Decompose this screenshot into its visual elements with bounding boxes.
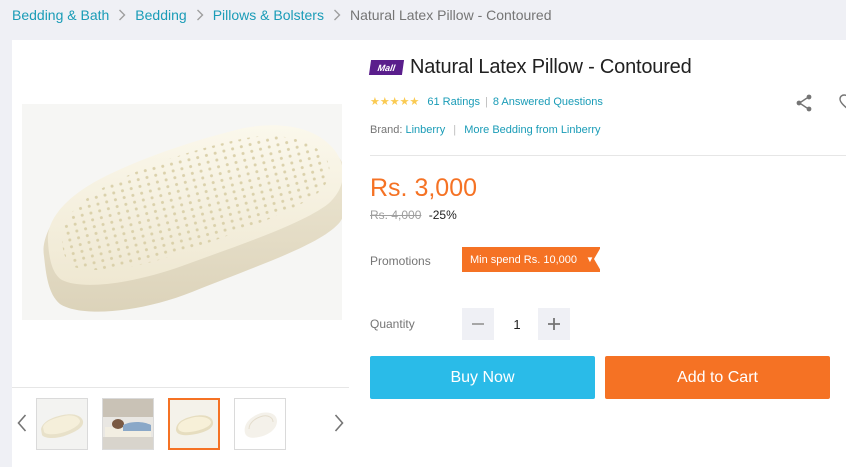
buy-now-button[interactable]: Buy Now [370,356,595,399]
quantity-increase-button[interactable] [538,308,570,340]
breadcrumb-item-bedding[interactable]: Bedding [135,7,186,23]
divider [370,155,846,156]
thumbnail-pillow-front[interactable] [168,398,220,450]
brand-label: Brand: [370,124,403,136]
share-icon[interactable] [793,92,815,114]
star-icon: ★ [399,95,410,108]
promotion-text: Min spend Rs. 10,000 [470,253,578,266]
chevron-left-icon[interactable] [12,409,32,437]
product-title: Natural Latex Pillow - Contoured [410,56,692,78]
quantity-decrease-button[interactable] [462,308,494,340]
rating-stars[interactable]: ★ ★ ★ ★ ★ [370,95,420,108]
ratings-link[interactable]: 61 Ratings [427,96,480,108]
star-icon: ★ [379,95,390,108]
rating-row: ★ ★ ★ ★ ★ 61 Ratings | 8 Answered Questi… [370,96,603,108]
current-price: Rs. 3,000 [370,174,478,202]
chevron-right-icon [118,9,126,21]
main-product-image[interactable] [22,104,342,320]
old-price-row: Rs. 4,000 -25% [370,208,457,222]
answered-questions-link[interactable]: 8 Answered Questions [493,96,603,108]
plus-icon [548,318,560,330]
promotions-label: Promotions [370,254,431,268]
heart-icon[interactable] [838,92,846,114]
brand-row: Brand: Linberry | More Bedding from Linb… [370,124,601,136]
star-half-icon: ★ [409,95,420,108]
breadcrumb-current: Natural Latex Pillow - Contoured [349,7,552,23]
title-row: Mall Natural Latex Pillow - Contoured [368,56,692,79]
original-price: Rs. 4,000 [370,208,422,222]
separator: | [453,124,457,136]
star-icon: ★ [389,95,400,108]
quantity-label: Quantity [370,317,415,331]
breadcrumb: Bedding & Bath Bedding Pillows & Bolster… [12,6,552,24]
thumbnail-person-on-pillow[interactable] [102,398,154,450]
brand-link[interactable]: Linberry [405,124,445,136]
mall-badge: Mall [368,60,405,75]
thumbnail-pillow-angle[interactable] [36,398,88,450]
tag-notch [594,247,601,271]
product-info: Mall Natural Latex Pillow - Contoured ★ … [368,40,846,467]
separator: | [484,96,488,108]
chevron-right-icon [333,9,341,21]
star-icon: ★ [370,95,380,108]
add-to-cart-button[interactable]: Add to Cart [605,356,830,399]
breadcrumb-item-bedding-bath[interactable]: Bedding & Bath [12,7,109,23]
thumbnail-pillow-top[interactable] [234,398,286,450]
promotion-tag[interactable]: Min spend Rs. 10,000 ▼ [462,247,601,272]
chevron-right-icon [196,9,204,21]
discount-percent: -25% [428,208,457,222]
minus-icon [472,323,484,325]
thumbnail-strip [12,395,349,451]
more-from-brand-link[interactable]: More Bedding from Linberry [464,124,600,136]
chevron-right-icon[interactable] [329,409,349,437]
caret-down-icon: ▼ [586,255,594,264]
product-gallery [12,40,349,467]
product-card: Mall Natural Latex Pillow - Contoured ★ … [12,40,846,467]
quantity-value[interactable]: 1 [497,308,537,340]
gallery-divider [12,387,349,388]
breadcrumb-item-pillows-bolsters[interactable]: Pillows & Bolsters [213,7,324,23]
